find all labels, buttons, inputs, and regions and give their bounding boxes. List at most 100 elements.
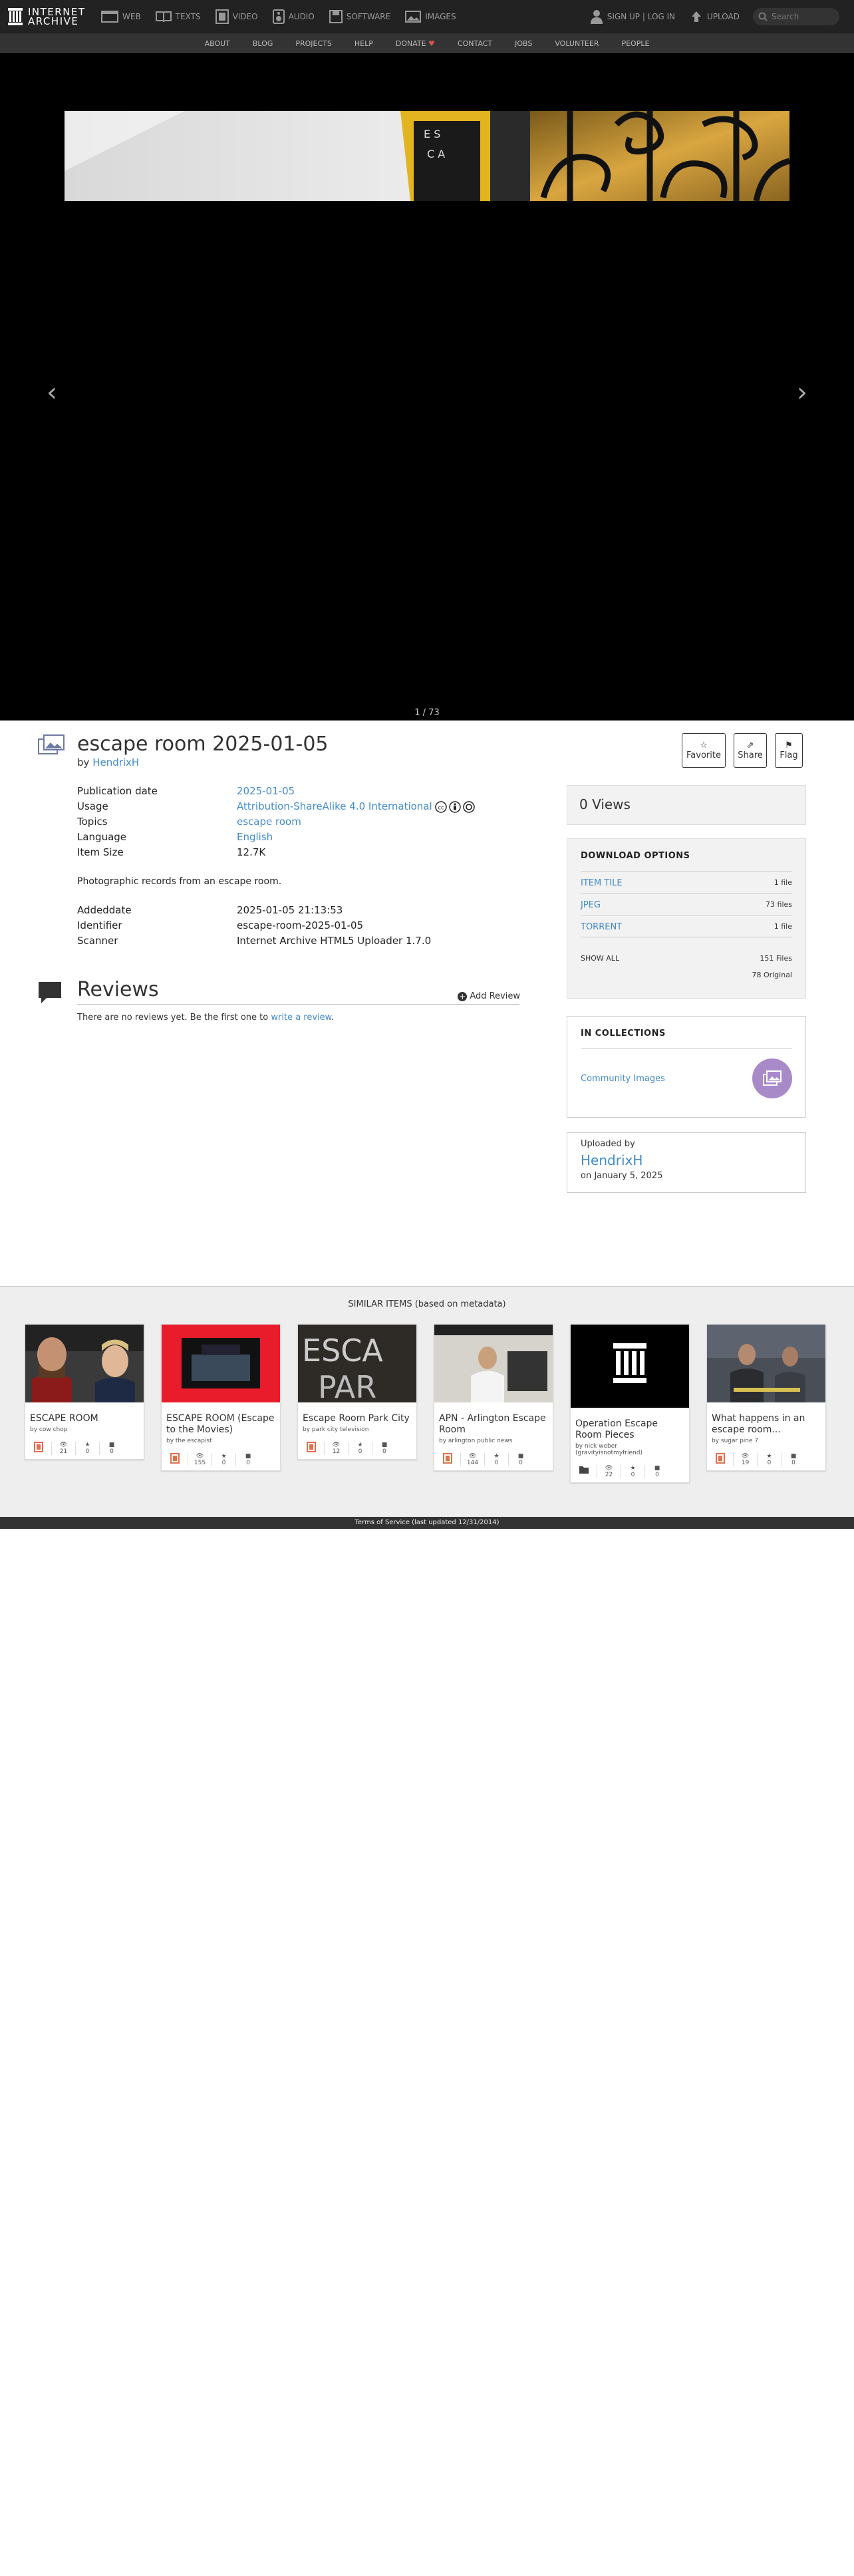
star-icon: ★ [221, 1453, 227, 1460]
download-row: TORRENT 1 file [581, 915, 792, 937]
images-icon [763, 1070, 782, 1086]
reviews-stat: ■ 0 [100, 1442, 124, 1455]
file-count: 73 files [766, 900, 792, 909]
svg-text:cc: cc [438, 804, 444, 810]
previous-arrow-icon[interactable]: ‹ [47, 379, 57, 406]
subnav-jobs[interactable]: JOBS [515, 39, 532, 48]
subnav-projects[interactable]: PROJECTS [295, 39, 332, 48]
film-icon [434, 1453, 461, 1466]
item-creator: by park city television [303, 1426, 369, 1433]
show-all-link[interactable]: SHOW ALL [581, 954, 619, 963]
add-review-button[interactable]: + Add Review [458, 991, 520, 1001]
subnav-people[interactable]: PEOPLE [621, 39, 649, 48]
page-counter: 1 / 73 [414, 708, 440, 718]
views-value: 144 [466, 1460, 479, 1466]
film-icon [298, 1442, 325, 1455]
internet-archive-logo[interactable]: INTERNET ARCHIVE [8, 7, 101, 27]
views-stat: 👁 12 [325, 1442, 349, 1455]
upload-link[interactable]: UPLOAD [690, 10, 740, 23]
nav-software[interactable]: SOFTWARE [329, 10, 390, 23]
comment-icon: ■ [790, 1453, 797, 1460]
star-icon: ☆ [700, 740, 708, 750]
book-icon [155, 11, 172, 23]
views-value: 19 [741, 1460, 750, 1466]
favorites-value: 0 [358, 1448, 362, 1455]
uploader-link[interactable]: HendrixH [581, 1152, 792, 1168]
download-torrent-link[interactable]: TORRENT [581, 922, 622, 932]
download-jpeg-link[interactable]: JPEG [581, 900, 601, 910]
search-input[interactable]: Search [753, 8, 839, 25]
subnav-blog[interactable]: BLOG [253, 39, 273, 48]
language-link[interactable]: English [237, 830, 273, 845]
similar-item-card[interactable]: What happens in an escape room... by sug… [706, 1324, 826, 1471]
subnav-about[interactable]: ABOUT [205, 39, 230, 48]
flag-icon: ⚑ [785, 740, 793, 750]
views-stat: 👁 21 [52, 1442, 76, 1455]
nav-images[interactable]: IMAGES [405, 11, 456, 23]
cc-license-icons[interactable]: cc [434, 799, 475, 814]
svg-text:PAR: PAR [318, 1369, 376, 1402]
favorites-stat: ★ 0 [212, 1453, 236, 1466]
star-icon: ★ [84, 1442, 90, 1448]
similar-item-card[interactable]: Operation Escape Room Pieces by nick web… [570, 1324, 690, 1483]
attribution-icon [448, 800, 461, 813]
similar-item-card[interactable]: APN - Arlington Escape Room by arlington… [434, 1324, 553, 1471]
signup-login-link[interactable]: SIGN UP | LOG IN [590, 9, 675, 24]
item-stats: 👁 12 ★ 0 ■ 0 [298, 1438, 416, 1459]
collections-box: IN COLLECTIONS Community Images [567, 1016, 806, 1118]
subnav-volunteer[interactable]: VOLUNTEER [555, 39, 599, 48]
author-link[interactable]: HendrixH [92, 756, 139, 768]
subnav-donate[interactable]: DONATE ♥ [396, 39, 435, 48]
collections-header: IN COLLECTIONS [581, 1029, 792, 1049]
similar-item-card[interactable]: ESCA PAR Escape Room Park City by park ci… [297, 1324, 417, 1460]
similar-item-card[interactable]: ESCAPE ROOM by cow chop 👁 21 ★ 0 ■ 0 [25, 1324, 144, 1460]
meta-value: escape-room-2025-01-05 [237, 919, 364, 931]
flag-button[interactable]: ⚑ Flag [775, 733, 803, 768]
flag-label: Flag [780, 750, 798, 760]
nav-video[interactable]: VIDEO [215, 9, 258, 24]
item-title: ESCAPE ROOM [30, 1413, 98, 1424]
item-title: APN - Arlington Escape Room [439, 1413, 546, 1435]
views-stat: 👁 19 [734, 1453, 758, 1466]
favorite-button[interactable]: ☆ Favorite [682, 733, 726, 768]
file-count: 1 file [774, 878, 792, 887]
nav-web[interactable]: WEB [101, 11, 141, 23]
reviews-value: 0 [519, 1460, 523, 1466]
download-item-tile-link[interactable]: ITEM TILE [581, 878, 623, 888]
nav-texts[interactable]: TEXTS [155, 11, 201, 23]
item-title: ESCAPE ROOM (Escape to the Movies) [166, 1413, 275, 1435]
image-viewer[interactable]: E S C A ‹ › 1 / 73 [0, 53, 854, 721]
meta-row-pubdate: Publication date 2025-01-05 [77, 784, 523, 799]
upload-label: UPLOAD [707, 12, 740, 21]
eye-icon: 👁 [332, 1442, 341, 1448]
similar-items-section: SIMILAR ITEMS (based on metadata) ESCAPE… [0, 1286, 854, 1517]
favorites-stat: ★ 0 [621, 1465, 645, 1478]
speaker-icon [272, 9, 285, 24]
item-stats: 👁 21 ★ 0 ■ 0 [25, 1438, 144, 1459]
reviews-stat: ■ 0 [645, 1465, 669, 1478]
meta-value: 12.7K [237, 846, 266, 858]
user-icon [590, 10, 603, 24]
favorites-value: 0 [494, 1460, 499, 1466]
collection-link[interactable]: Community Images [581, 1074, 665, 1084]
nav-web-label: WEB [122, 12, 141, 21]
pubdate-link[interactable]: 2025-01-05 [237, 784, 295, 799]
subnav-help[interactable]: HELP [355, 39, 373, 48]
license-link[interactable]: Attribution-ShareAlike 4.0 International [237, 799, 432, 814]
nav-audio-label: AUDIO [288, 12, 315, 21]
topic-link[interactable]: escape room [237, 814, 301, 830]
nav-audio[interactable]: AUDIO [272, 9, 315, 24]
share-button[interactable]: ⇗ Share [734, 733, 767, 768]
item-title: Operation Escape Room Pieces [575, 1418, 658, 1440]
similar-item-card[interactable]: ESCAPE ROOM (Escape to the Movies) by th… [161, 1324, 281, 1471]
collection-avatar[interactable] [752, 1058, 792, 1098]
speech-bubble-icon [39, 982, 61, 1003]
archive-building-icon [571, 1325, 689, 1408]
write-review-link[interactable]: write a review [271, 1013, 331, 1023]
item-stats: 👁 19 ★ 0 ■ 0 [707, 1450, 825, 1470]
subnav-contact[interactable]: CONTACT [458, 39, 492, 48]
file-count: 1 file [774, 922, 792, 931]
views-box: 0 Views [567, 785, 806, 825]
next-arrow-icon[interactable]: › [797, 379, 807, 406]
footer-terms-link[interactable]: Terms of Service (last updated 12/31/201… [0, 1517, 854, 1529]
